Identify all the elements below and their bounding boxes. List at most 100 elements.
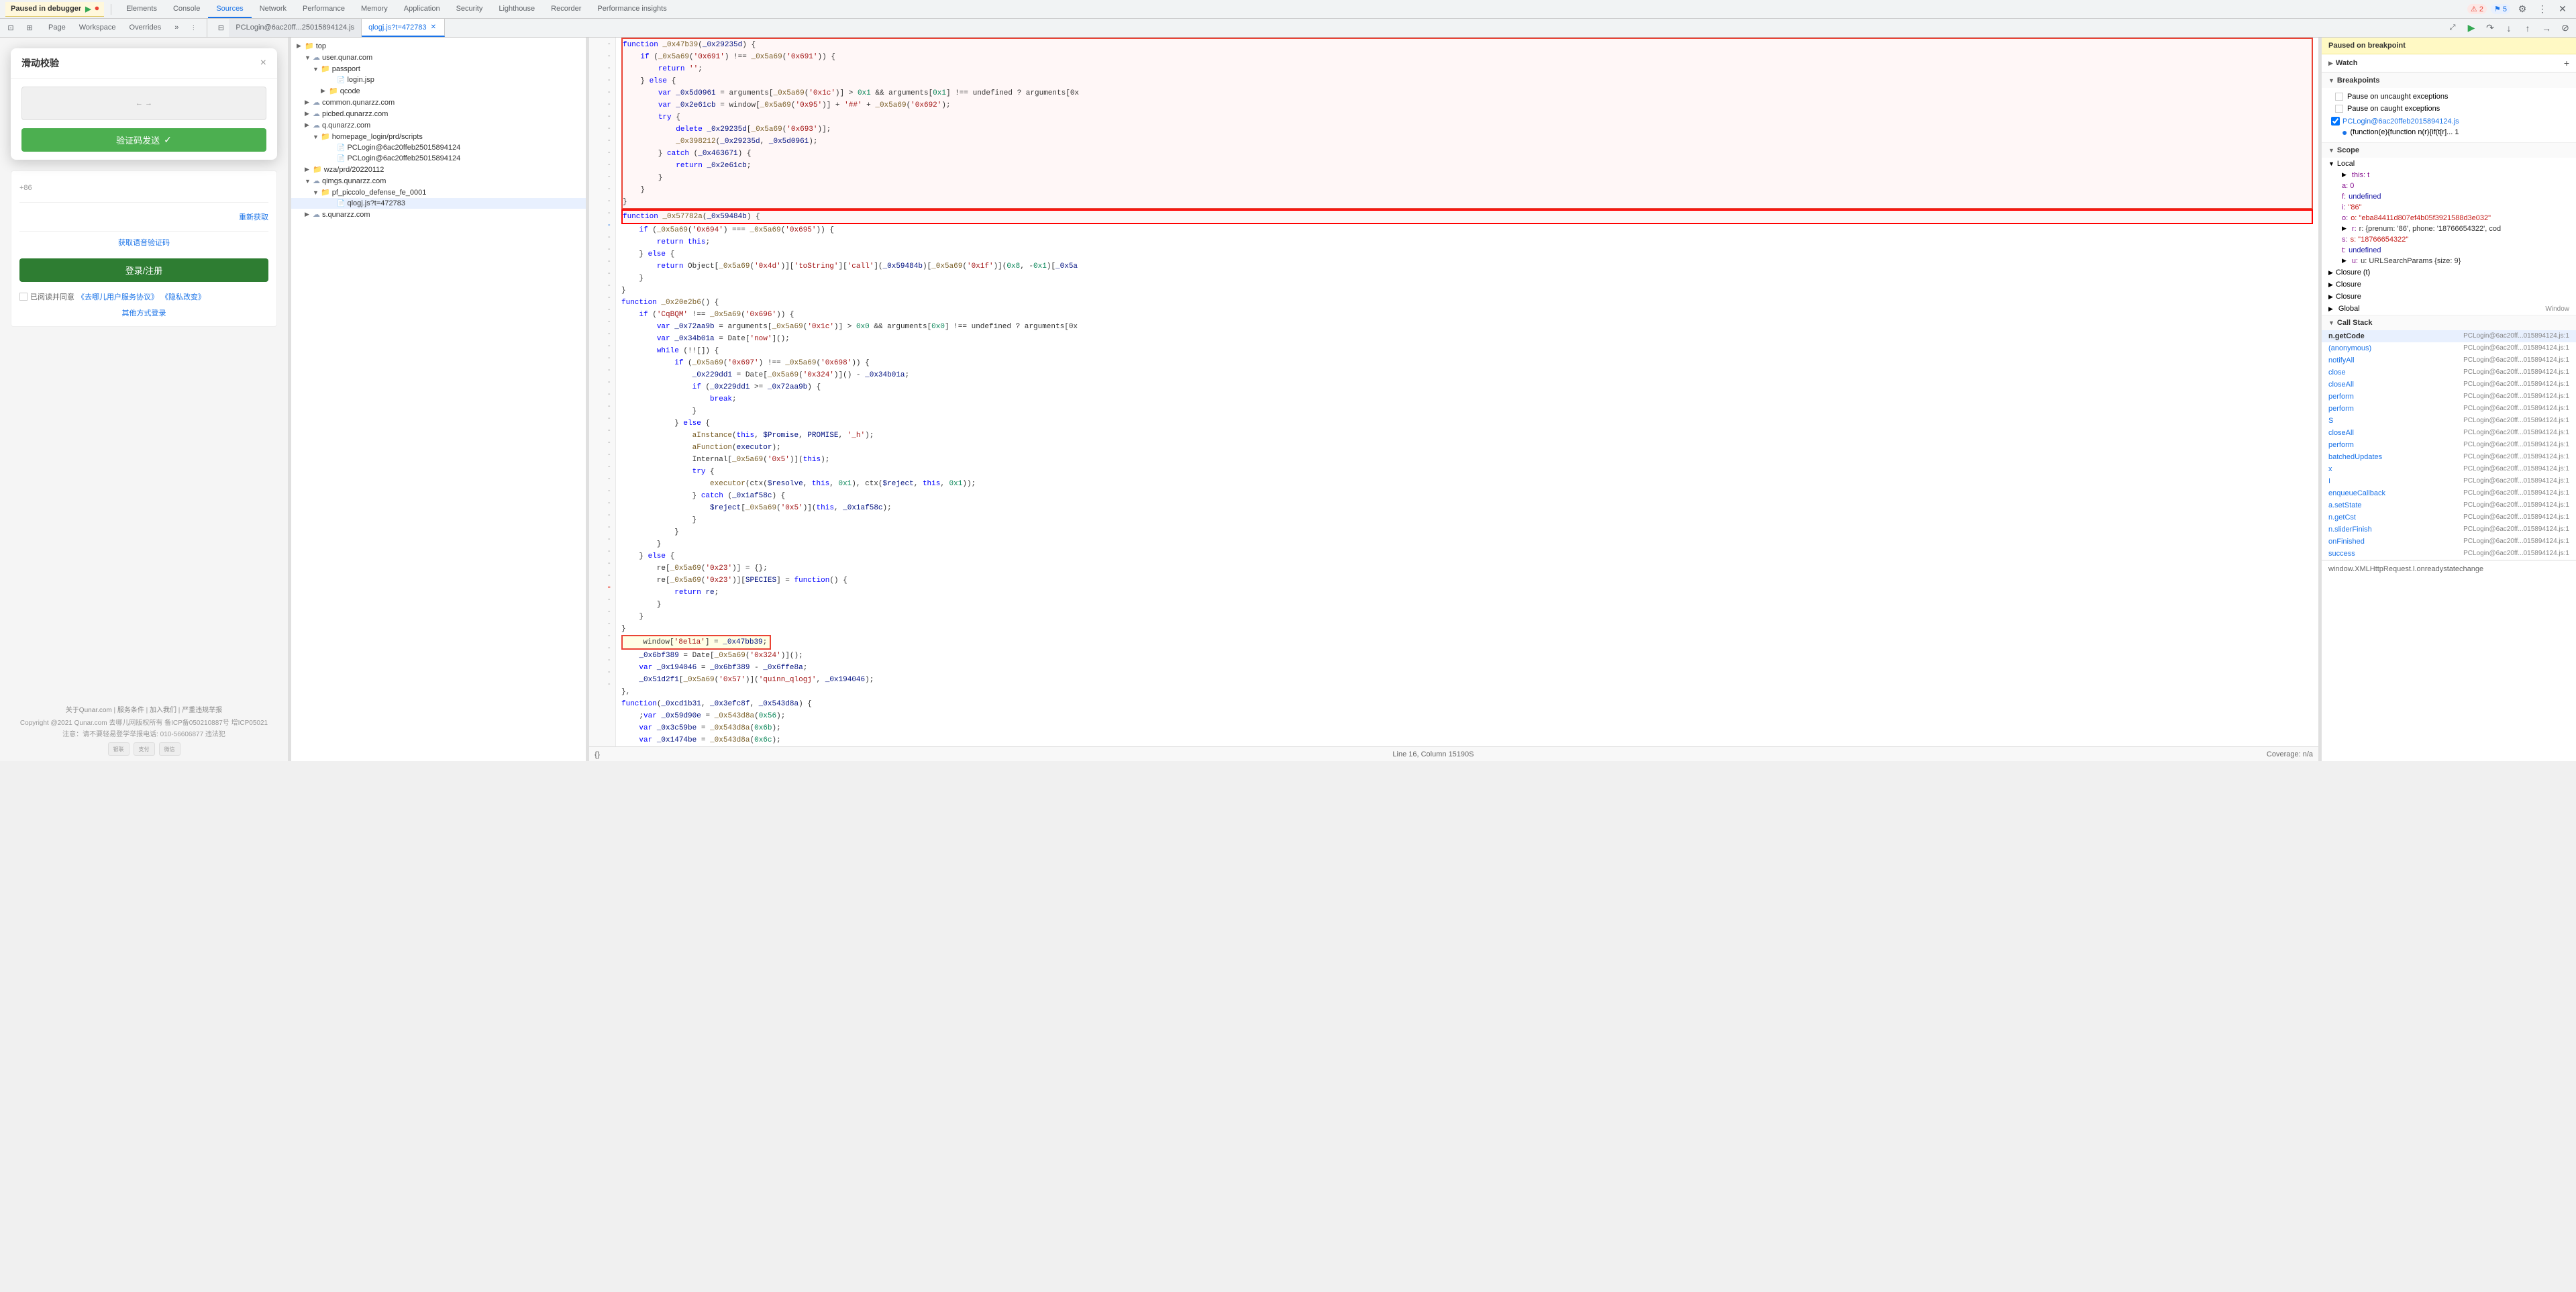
deactivate-bp-icon[interactable]: ⊘ (2557, 20, 2573, 36)
tree-item-homepage[interactable]: ▼ 📁 homepage_login/prd/scripts (291, 131, 586, 142)
cs-item-2[interactable]: notifyAll PCLogin@6ac20ff...015894124.js… (2322, 354, 2576, 366)
file-tab-pclogin[interactable]: PCLogin@6ac20ff...25015894124.js (229, 19, 362, 37)
resend-link[interactable]: 重新获取 (239, 211, 268, 222)
step-out-icon[interactable]: ↑ (2520, 20, 2536, 36)
tree-item-qlogj[interactable]: 📄 qlogj.js?t=472783 (291, 198, 586, 209)
global-scope-header[interactable]: ▶ Global Window (2322, 303, 2576, 315)
tab-page[interactable]: Page (42, 19, 72, 37)
modal-close-btn[interactable]: × (260, 57, 266, 69)
step-into-icon[interactable]: ↓ (2501, 20, 2517, 36)
tree-item-userqunar[interactable]: ▼ ☁ user.qunar.com (291, 52, 586, 63)
cs-item-7[interactable]: S PCLogin@6ac20ff...015894124.js:1 (2322, 415, 2576, 427)
more-icon[interactable]: ⋮ (2534, 1, 2551, 17)
tree-item-pclogin1[interactable]: 📄 PCLogin@6ac20ffeb25015894124 (291, 142, 586, 153)
login-btn[interactable]: 登录/注册 (19, 258, 268, 282)
cs-item-12[interactable]: I PCLogin@6ac20ff...015894124.js:1 (2322, 475, 2576, 487)
verify-code-input[interactable] (19, 208, 234, 226)
tree-item-pclogin2[interactable]: 📄 PCLogin@6ac20ffeb25015894124 (291, 153, 586, 164)
tab-network[interactable]: Network (252, 0, 295, 18)
tree-item-qcode[interactable]: ▶ 📁 qcode (291, 85, 586, 97)
tab-sources[interactable]: Sources (208, 0, 251, 18)
cs-item-4[interactable]: closeAll PCLogin@6ac20ff...015894124.js:… (2322, 379, 2576, 391)
code-line: while (!![]) { (621, 345, 2313, 357)
resume-icon[interactable]: ▶ (2463, 20, 2479, 36)
local-scope-header[interactable]: ▼ Local (2322, 158, 2576, 170)
tab-memory[interactable]: Memory (353, 0, 396, 18)
cs-item-10[interactable]: batchedUpdates PCLogin@6ac20ff...0158941… (2322, 451, 2576, 463)
tree-item-wza[interactable]: ▶ 📁 wza/prd/20220112 (291, 164, 586, 175)
code-line: } (621, 526, 2313, 538)
tree-item-squnarzz[interactable]: ▶ ☁ s.qunarzz.com (291, 209, 586, 220)
tab-lighthouse[interactable]: Lighthouse (491, 0, 543, 18)
close-icon[interactable]: ✕ (2555, 1, 2571, 17)
voice-verify-link[interactable]: 获取语音验证码 (118, 239, 170, 247)
tree-item-passport[interactable]: ▼ 📁 passport (291, 63, 586, 74)
pause-uncaught-checkbox[interactable] (2335, 93, 2343, 101)
verify-send-btn[interactable]: 验证码发送 ✓ (21, 128, 266, 152)
tree-item-common[interactable]: ▶ ☁ common.qunarzz.com (291, 97, 586, 108)
tab-console[interactable]: Console (165, 0, 208, 18)
pause-caught-checkbox[interactable] (2335, 105, 2343, 113)
file-tab-close[interactable]: ✕ (429, 23, 437, 32)
tree-item-qimgs[interactable]: ▼ ☁ qimgs.qunarzz.com (291, 175, 586, 187)
scope-a: a: 0 (2335, 181, 2576, 191)
cs-item-16[interactable]: n.sliderFinish PCLogin@6ac20ff...0158941… (2322, 524, 2576, 536)
cs-item-15[interactable]: n.getCst PCLogin@6ac20ff...015894124.js:… (2322, 511, 2576, 524)
tree-item-pf[interactable]: ▼ 📁 pf_piccolo_defense_fe_0001 (291, 187, 586, 198)
tree-item-picbed[interactable]: ▶ ☁ picbed.qunarzz.com (291, 108, 586, 119)
debugger-scroll[interactable]: Paused on breakpoint ▶ Watch + (2322, 38, 2576, 761)
code-content[interactable]: function _0x47b39(_0x29235d) { if (_0x5a… (616, 38, 2318, 746)
tab-security[interactable]: Security (448, 0, 491, 18)
call-stack-header[interactable]: ▼ Call Stack (2322, 315, 2576, 330)
tree-item-top[interactable]: ▶ 📁 top (291, 40, 586, 52)
tab-application[interactable]: Application (396, 0, 448, 18)
cs-item-18[interactable]: success PCLogin@6ac20ff...015894124.js:1 (2322, 548, 2576, 560)
error-count[interactable]: ⚠ 2 (2467, 4, 2487, 14)
watch-add-icon[interactable]: + (2564, 58, 2569, 68)
closure3-header[interactable]: ▶ Closure (2322, 291, 2576, 303)
layout2-icon[interactable]: ⊞ (21, 20, 38, 36)
cs-item-11[interactable]: x PCLogin@6ac20ff...015894124.js:1 (2322, 463, 2576, 475)
dock-icon[interactable]: ⤢ (2444, 20, 2461, 36)
breakpoints-header[interactable]: ▼ Breakpoints (2322, 73, 2576, 88)
cs-item-8[interactable]: closeAll PCLogin@6ac20ff...015894124.js:… (2322, 427, 2576, 439)
file-view-icon[interactable]: ⊟ (213, 20, 229, 36)
step-over-icon[interactable]: ↷ (2482, 20, 2498, 36)
tab-performance-insights[interactable]: Performance insights (589, 0, 674, 18)
tree-item-q[interactable]: ▶ ☁ q.qunarzz.com (291, 119, 586, 131)
closure2-header[interactable]: ▶ Closure (2322, 279, 2576, 291)
tab-workspace[interactable]: Workspace (72, 19, 123, 37)
cs-item-14[interactable]: a.setState PCLogin@6ac20ff...015894124.j… (2322, 499, 2576, 511)
cs-item-3[interactable]: close PCLogin@6ac20ff...015894124.js:1 (2322, 366, 2576, 379)
agree-checkbox[interactable] (19, 293, 28, 301)
tab-performance[interactable]: Performance (295, 0, 353, 18)
cs-item-1[interactable]: (anonymous) PCLogin@6ac20ff...015894124.… (2322, 342, 2576, 354)
scope-header[interactable]: ▼ Scope (2322, 143, 2576, 158)
warning-count[interactable]: ⚑ 5 (2491, 4, 2510, 14)
tab-elements[interactable]: Elements (118, 0, 165, 18)
cs-item-0[interactable]: n.getCode PCLogin@6ac20ff...015894124.js… (2322, 330, 2576, 342)
cs-item-5[interactable]: perform PCLogin@6ac20ff...015894124.js:1 (2322, 391, 2576, 403)
tab-recorder[interactable]: Recorder (543, 0, 589, 18)
bp-file-checkbox[interactable] (2331, 117, 2340, 126)
tab-more-pages[interactable]: » (168, 19, 185, 37)
closure-t-header[interactable]: ▶ Closure (t) (2322, 266, 2576, 279)
cs-item-13[interactable]: enqueueCallback PCLogin@6ac20ff...015894… (2322, 487, 2576, 499)
code-line: var _0x72aa9b = arguments[_0x5a69('0x1c'… (621, 321, 2313, 333)
cs-item-6[interactable]: perform PCLogin@6ac20ff...015894124.js:1 (2322, 403, 2576, 415)
cs-item-17[interactable]: onFinished PCLogin@6ac20ff...015894124.j… (2322, 536, 2576, 548)
cs-item-9[interactable]: perform PCLogin@6ac20ff...015894124.js:1 (2322, 439, 2576, 451)
tab-overrides[interactable]: Overrides (123, 19, 168, 37)
phone-input[interactable] (60, 179, 268, 197)
watch-header[interactable]: ▶ Watch + (2322, 54, 2576, 72)
step-icon[interactable]: → (2538, 20, 2555, 36)
tree-item-loginjsp[interactable]: 📄 login.jsp (291, 74, 586, 85)
page-tabs-more[interactable]: ⋮ (185, 20, 201, 36)
arrow-qimgs: ▼ (305, 178, 313, 185)
record-icon[interactable]: ⏺ (95, 5, 99, 13)
play-icon[interactable]: ▶ (85, 5, 91, 13)
file-tab-qlogj[interactable]: qlogj.js?t=472783 ✕ (362, 19, 445, 37)
layout-icon[interactable]: ⊡ (3, 20, 19, 36)
settings-icon[interactable]: ⚙ (2514, 1, 2530, 17)
code-scroll[interactable]: - - - - - - - - - - - - - - - - - (589, 38, 2318, 746)
